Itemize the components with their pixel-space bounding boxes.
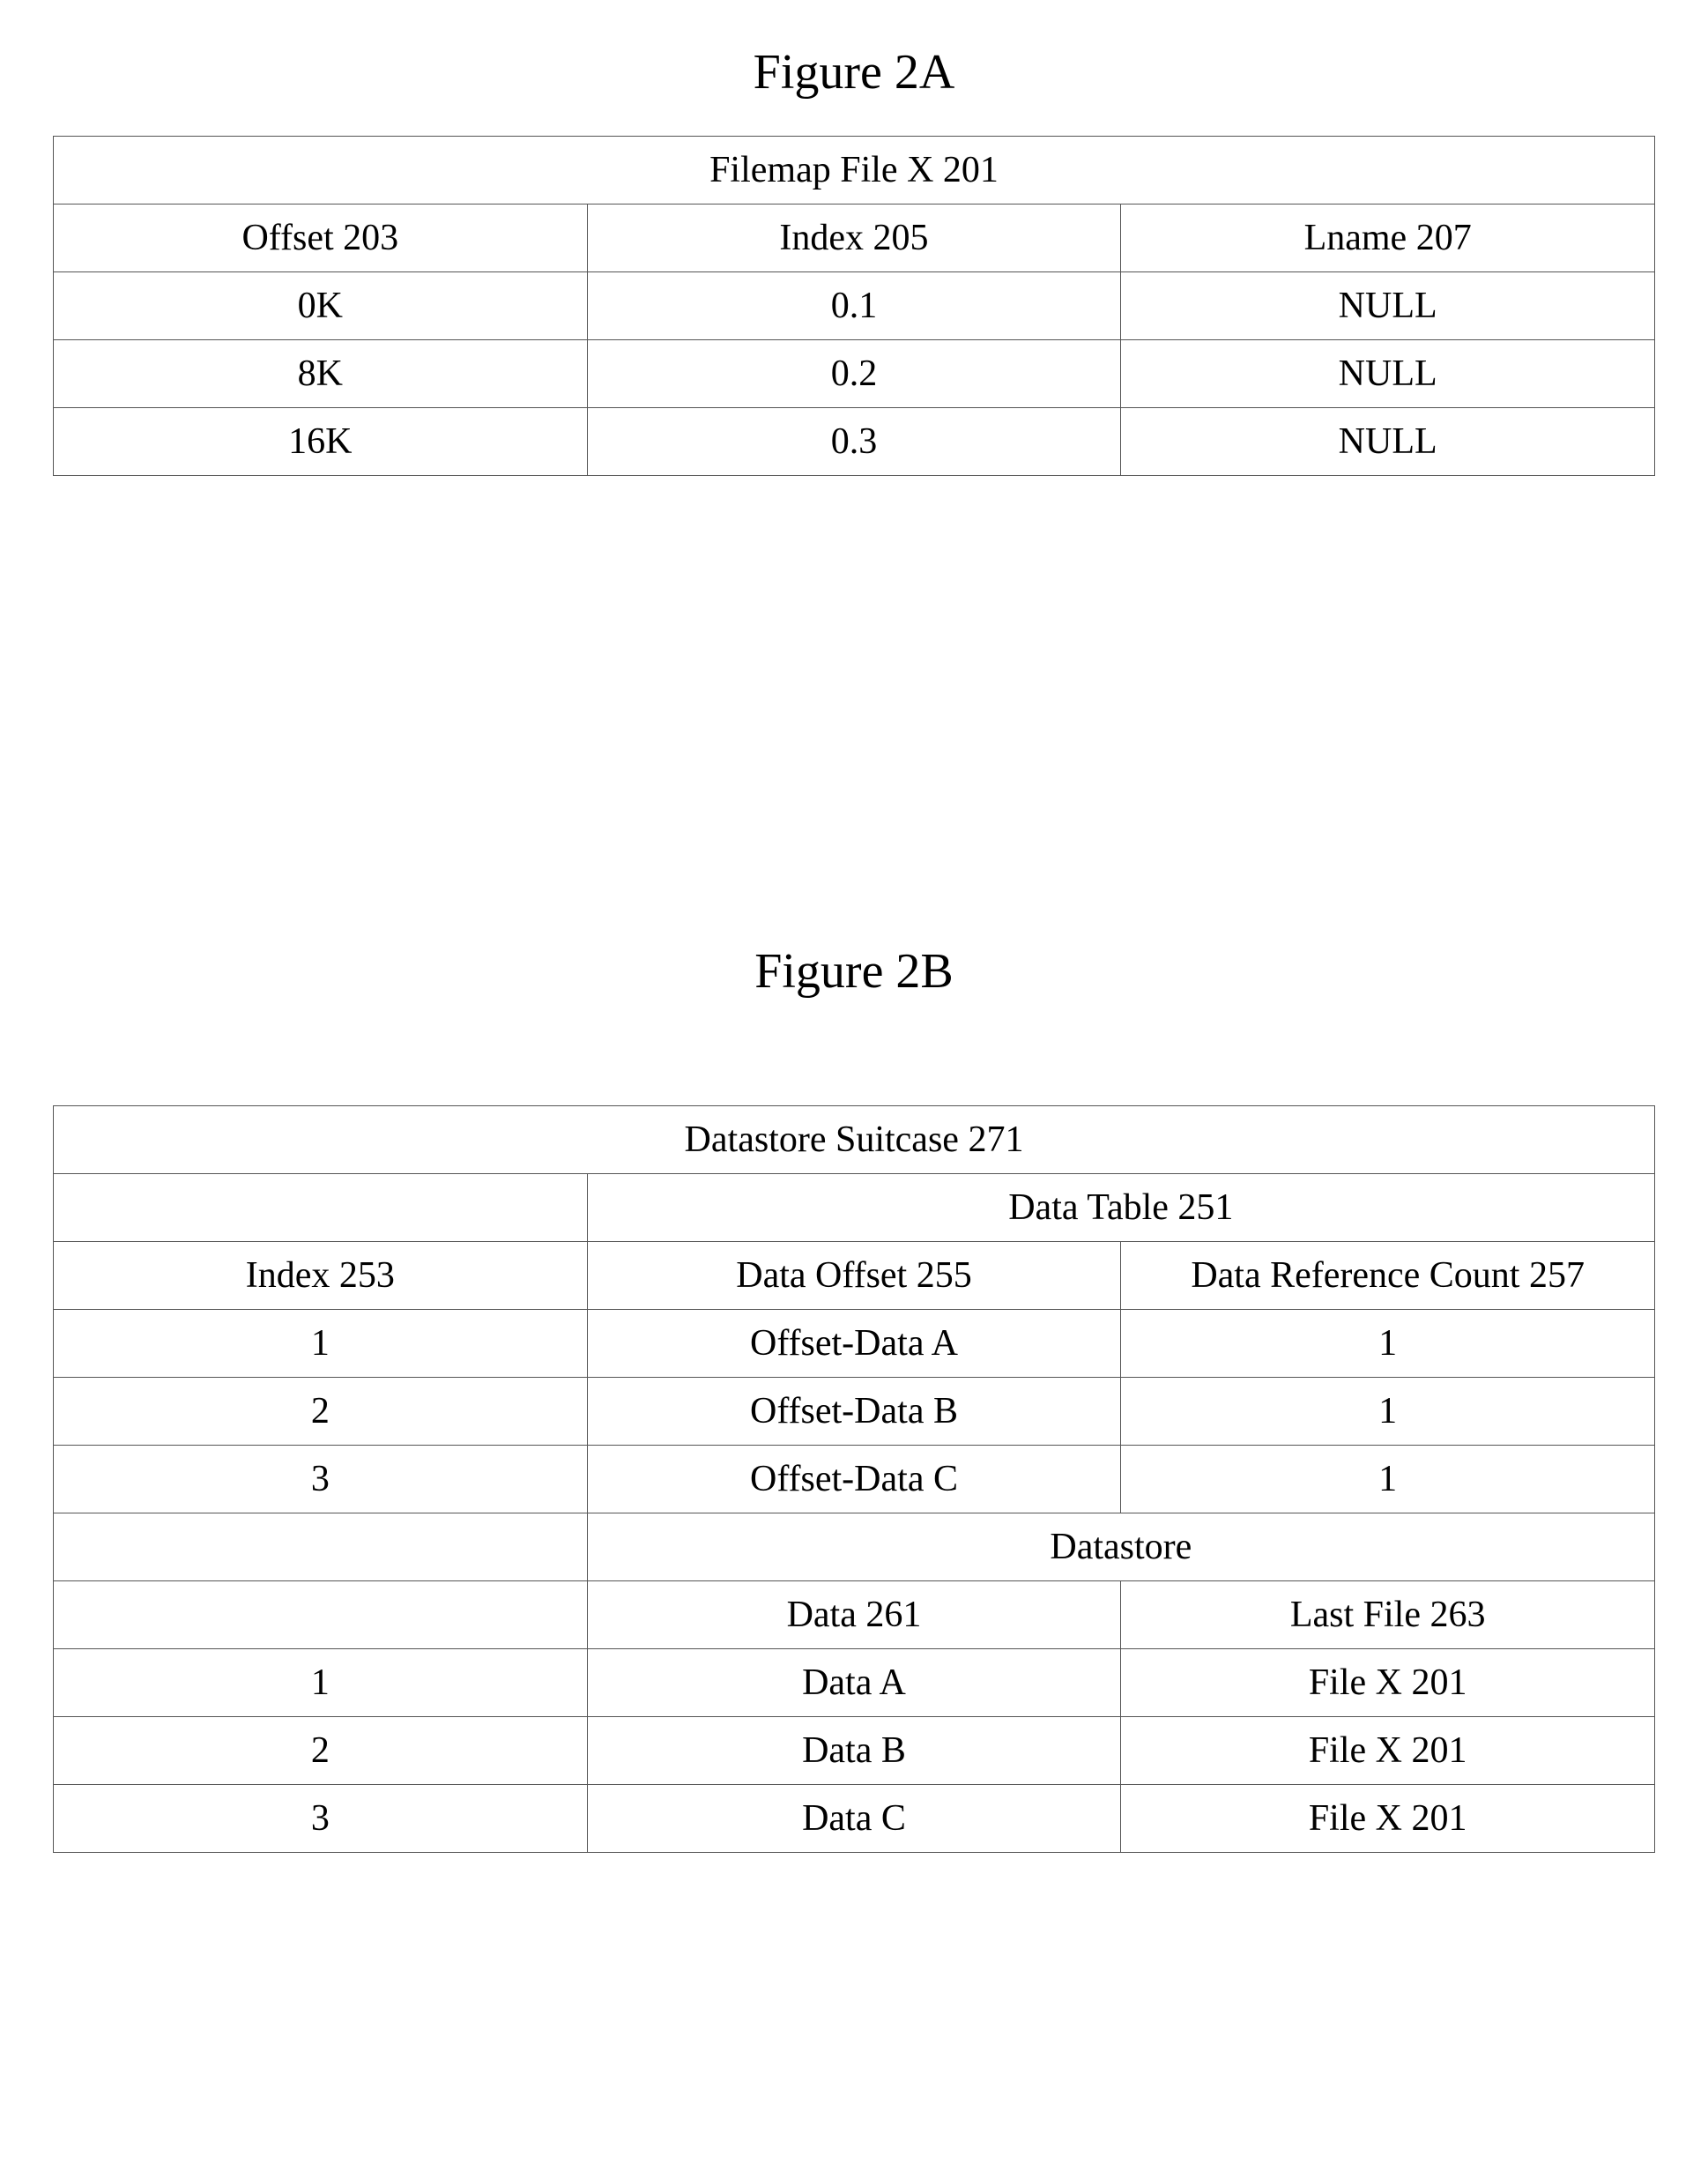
cell: 3 — [54, 1785, 588, 1853]
cell: Data B — [587, 1717, 1121, 1785]
table-row: 8K 0.2 NULL — [54, 340, 1655, 408]
header-data-offset: Data Offset 255 — [587, 1242, 1121, 1310]
cell: NULL — [1121, 340, 1655, 408]
cell: 1 — [54, 1649, 588, 1717]
datastore-section-title: Datastore — [587, 1513, 1654, 1581]
table-row: 2 Data B File X 201 — [54, 1717, 1655, 1785]
cell: 0.3 — [587, 408, 1121, 476]
cell: NULL — [1121, 272, 1655, 340]
filemap-table: Filemap File X 201 Offset 203 Index 205 … — [53, 136, 1655, 476]
cell: 16K — [54, 408, 588, 476]
cell: Offset-Data A — [587, 1310, 1121, 1378]
filemap-header-lname: Lname 207 — [1121, 205, 1655, 272]
header-data: Data 261 — [587, 1581, 1121, 1649]
cell: 3 — [54, 1446, 588, 1513]
filemap-table-title: Filemap File X 201 — [54, 137, 1655, 205]
figure-2b-title: Figure 2B — [53, 943, 1655, 1000]
cell: 1 — [1121, 1310, 1655, 1378]
cell: 1 — [1121, 1378, 1655, 1446]
header-data-ref-count: Data Reference Count 257 — [1121, 1242, 1655, 1310]
cell: File X 201 — [1121, 1785, 1655, 1853]
cell: 8K — [54, 340, 588, 408]
table-row: 3 Data C File X 201 — [54, 1785, 1655, 1853]
datastore-table: Datastore Suitcase 271 Data Table 251 In… — [53, 1105, 1655, 1853]
filemap-header-index: Index 205 — [587, 205, 1121, 272]
table-row: 16K 0.3 NULL — [54, 408, 1655, 476]
cell: 2 — [54, 1378, 588, 1446]
table-row: 0K 0.1 NULL — [54, 272, 1655, 340]
datastore-table-title: Datastore Suitcase 271 — [54, 1106, 1655, 1174]
header-index: Index 253 — [54, 1242, 588, 1310]
empty-cell — [54, 1581, 588, 1649]
table-row: 3 Offset-Data C 1 — [54, 1446, 1655, 1513]
cell: Data C — [587, 1785, 1121, 1853]
cell: 0K — [54, 272, 588, 340]
figure-2a-title: Figure 2A — [53, 44, 1655, 100]
data-table-section-title: Data Table 251 — [587, 1174, 1654, 1242]
cell: NULL — [1121, 408, 1655, 476]
cell: 0.1 — [587, 272, 1121, 340]
empty-cell — [54, 1174, 588, 1242]
cell: 1 — [54, 1310, 588, 1378]
filemap-header-offset: Offset 203 — [54, 205, 588, 272]
cell: 2 — [54, 1717, 588, 1785]
cell: Offset-Data C — [587, 1446, 1121, 1513]
table-row: 1 Offset-Data A 1 — [54, 1310, 1655, 1378]
table-row: 1 Data A File X 201 — [54, 1649, 1655, 1717]
cell: 1 — [1121, 1446, 1655, 1513]
cell: 0.2 — [587, 340, 1121, 408]
cell: Offset-Data B — [587, 1378, 1121, 1446]
cell: Data A — [587, 1649, 1121, 1717]
cell: File X 201 — [1121, 1717, 1655, 1785]
cell: File X 201 — [1121, 1649, 1655, 1717]
header-last-file: Last File 263 — [1121, 1581, 1655, 1649]
empty-cell — [54, 1513, 588, 1581]
table-row: 2 Offset-Data B 1 — [54, 1378, 1655, 1446]
